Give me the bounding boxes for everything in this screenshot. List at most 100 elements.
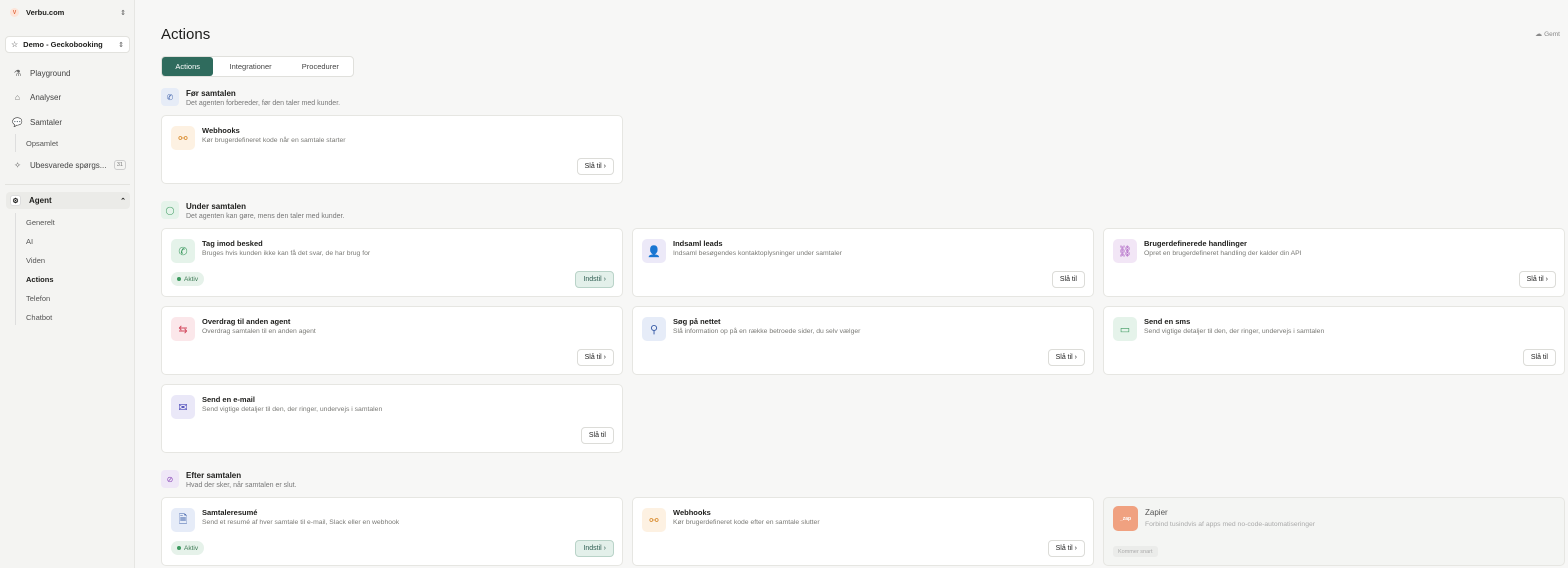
card-desc: Send et resumé af hver samtale til e-mai… — [202, 519, 400, 526]
sidebar-item-playground[interactable]: ⚗ Playground — [8, 65, 130, 81]
sidebar-item-analyser[interactable]: ⌂ Analyser — [8, 89, 130, 105]
coming-soon-badge: Kommer snart — [1113, 546, 1158, 557]
sidebar-subitem-telefon[interactable]: Telefon — [26, 294, 50, 303]
sidebar-item-agent[interactable]: ⚙ Agent ⌃ — [6, 192, 130, 209]
enable-button[interactable]: Slå til — [1051, 271, 1085, 288]
chevron-updown-icon: ⇕ — [118, 41, 124, 49]
subnav-line — [15, 213, 16, 325]
card-handover: ⇆ Overdrag til anden agent Overdrag samt… — [161, 306, 623, 375]
section-title: Under samtalen — [186, 202, 247, 211]
subnav-line — [15, 134, 16, 152]
tab-actions[interactable]: Actions — [162, 57, 214, 76]
chevron-updown-icon: ⇕ — [120, 9, 126, 17]
sidebar-item-label: Samtaler — [30, 117, 63, 127]
card-desc: Overdrag samtalen til en anden agent — [202, 328, 316, 335]
enable-button[interactable]: Slå til — [580, 427, 614, 444]
page-title: Actions — [161, 26, 211, 43]
section-desc: Hvad der sker, når samtalen er slut. — [186, 482, 297, 489]
saved-label: Gemt — [1544, 30, 1560, 38]
sparkle-icon: ✧ — [13, 159, 22, 170]
enable-button[interactable]: Slå til › — [576, 158, 614, 175]
document-icon: 🗎 — [171, 508, 195, 532]
card-title: Indsaml leads — [673, 239, 723, 248]
card-desc: Opret en brugerdefineret handling der ka… — [1144, 250, 1302, 257]
zapier-logo-icon: _zap — [1113, 506, 1138, 531]
card-send-sms: ▭ Send en sms Send vigtige detaljer til … — [1103, 306, 1565, 375]
status-dot — [177, 546, 181, 550]
card-desc: Send vigtige detaljer til den, der ringe… — [1144, 328, 1325, 335]
configure-button[interactable]: Indstil › — [575, 271, 614, 288]
card-webhooks-after: ⚯ Webhooks Kør brugerdefineret kode efte… — [632, 497, 1094, 566]
mail-icon: ✉ — [171, 395, 195, 419]
enable-button[interactable]: Slå til › — [1047, 540, 1085, 557]
card-send-email: ✉ Send en e-mail Send vigtige detaljer t… — [161, 384, 623, 453]
sidebar-subitem-actions[interactable]: Actions — [26, 275, 54, 284]
sidebar-subitem-ai[interactable]: AI — [26, 237, 33, 246]
card-title: Webhooks — [202, 126, 240, 135]
status-label: Aktiv — [184, 275, 199, 283]
enable-button[interactable]: Slå til — [1522, 349, 1556, 366]
workspace-name: Demo - Geckobooking — [23, 40, 103, 49]
sidebar-item-unanswered[interactable]: ✧ Ubesvarede spørgs... 31 — [8, 157, 130, 173]
card-title: Webhooks — [673, 508, 711, 517]
divider — [5, 184, 130, 185]
card-title: Send en e-mail — [202, 395, 255, 404]
webhook-icon: ⚯ — [642, 508, 666, 532]
chevron-up-icon: ⌃ — [120, 197, 126, 205]
swap-arrows-icon: ⇆ — [171, 317, 195, 341]
sidebar-item-label: Ubesvarede spørgs... — [30, 160, 107, 170]
gear-icon: ⚙ — [10, 195, 21, 206]
sidebar-item-label: Agent — [29, 196, 52, 205]
card-title: Søg på nettet — [673, 317, 721, 326]
home-icon: ⌂ — [14, 92, 21, 102]
sidebar-item-label: Playground — [30, 68, 71, 78]
enable-button[interactable]: Slå til › — [1518, 271, 1556, 288]
phone-incoming-icon: ✆ — [161, 88, 179, 106]
configure-button[interactable]: Indstil › — [575, 540, 614, 557]
status-badge: Aktiv — [171, 272, 205, 286]
card-desc: Forbind tusindvis af apps med no-code-au… — [1145, 521, 1316, 528]
card-title: Zapier — [1145, 508, 1168, 517]
section-after: ⊘ Efter samtalen Hvad der sker, når samt… — [161, 470, 297, 489]
card-desc: Send vigtige detaljer til den, der ringe… — [202, 406, 383, 413]
sidebar-subitem-viden[interactable]: Viden — [26, 256, 45, 265]
org-switcher[interactable]: V Verbu.com ⇕ — [6, 4, 130, 21]
message-circle-icon: ◯ — [161, 201, 179, 219]
card-title: Samtaleresumé — [202, 508, 258, 517]
section-desc: Det agenten forbereder, før den taler me… — [186, 100, 341, 107]
card-desc: Bruges hvis kunden ikke kan få det svar,… — [202, 250, 371, 257]
sidebar-subitem-chatbot[interactable]: Chatbot — [26, 313, 52, 322]
count-badge: 31 — [113, 160, 126, 170]
card-zapier: _zap Zapier Forbind tusindvis af apps me… — [1103, 497, 1565, 566]
card-desc: Kør brugerdefineret kode efter en samtal… — [673, 519, 820, 526]
tab-procedurer[interactable]: Procedurer — [288, 57, 353, 76]
link-icon: ⛓ — [1113, 239, 1137, 263]
enable-button[interactable]: Slå til › — [1047, 349, 1085, 366]
cloud-icon: ☁ — [1535, 31, 1543, 38]
sidebar-item-samtaler[interactable]: 💬 Samtaler — [8, 114, 130, 130]
saved-indicator: ☁ Gemt — [1535, 30, 1560, 39]
card-desc: Kør brugerdefineret kode når en samtale … — [202, 137, 346, 144]
phone-icon: ✆ — [171, 239, 195, 263]
webhook-icon: ⚯ — [171, 126, 195, 150]
card-desc: Slå information op på en række betroede … — [673, 328, 861, 335]
section-title: Efter samtalen — [186, 471, 242, 480]
tab-bar: Actions Integrationer Procedurer — [161, 56, 354, 77]
card-take-message: ✆ Tag imod besked Bruges hvis kunden ikk… — [161, 228, 623, 297]
message-square-icon: ▭ — [1113, 317, 1137, 341]
status-dot — [177, 277, 181, 281]
card-title: Brugerdefinerede handlinger — [1144, 239, 1247, 248]
sidebar-item-label: Analyser — [30, 92, 62, 102]
enable-button[interactable]: Slå til › — [576, 349, 614, 366]
card-summary: 🗎 Samtaleresumé Send et resumé af hver s… — [161, 497, 623, 566]
workspace-switcher[interactable]: ☆ Demo - Geckobooking ⇕ — [5, 36, 130, 53]
sidebar-subitem-opsamlet[interactable]: Opsamlet — [26, 139, 58, 148]
tab-integrationer[interactable]: Integrationer — [213, 57, 287, 76]
sidebar-subitem-generelt[interactable]: Generelt — [26, 218, 55, 227]
section-title: Før samtalen — [186, 89, 236, 98]
card-web-search: ⚲ Søg på nettet Slå information op på en… — [632, 306, 1094, 375]
search-icon: ⚲ — [642, 317, 666, 341]
status-badge: Aktiv — [171, 541, 205, 555]
card-webhooks-before: ⚯ Webhooks Kør brugerdefineret kode når … — [161, 115, 623, 184]
card-title: Overdrag til anden agent — [202, 317, 291, 326]
